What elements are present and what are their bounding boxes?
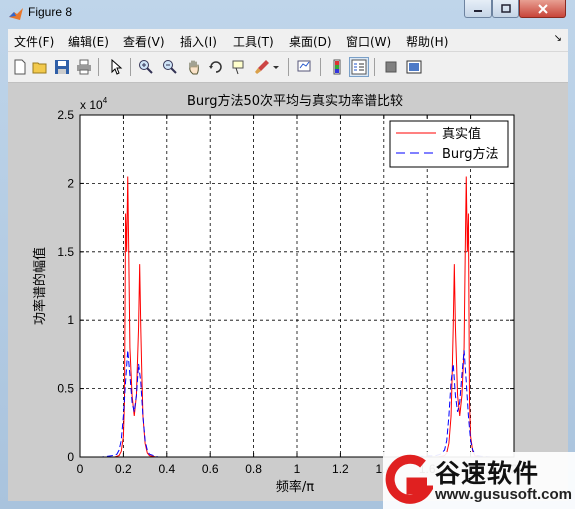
hide-plot-tools-icon (385, 61, 397, 73)
matlab-logo-icon (9, 8, 23, 20)
gususoft-logo-icon (385, 454, 433, 504)
legend-label-real: 真实值 (442, 126, 481, 142)
rotate-3d-icon (209, 61, 222, 73)
link-plot-button[interactable] (295, 57, 315, 77)
menu-edit[interactable]: 编辑(E) (68, 33, 109, 50)
plot-svg: 00.20.40.60.811.21.41.61.8200.511.522.5 … (32, 93, 518, 495)
maximize-icon (500, 3, 511, 13)
pan-hand-icon (189, 60, 199, 75)
edit-plot-arrow-icon (111, 59, 123, 75)
y-exponent-power: 4 (103, 96, 108, 105)
zoom-out-button[interactable] (160, 57, 180, 77)
legend-label-burg: Burg方法 (442, 146, 499, 162)
zoom-out-icon (163, 60, 177, 74)
menu-insert[interactable]: 插入(I) (180, 33, 217, 50)
watermark-brand: 谷速软件 (435, 459, 540, 488)
link-plot-icon (297, 60, 311, 72)
menu-bar: 文件(F) 编辑(E) 查看(V) 插入(I) 工具(T) 桌面(D) 窗口(W… (8, 29, 568, 52)
rotate-3d-button[interactable] (206, 57, 226, 77)
brush-dropdown-icon (273, 66, 279, 69)
open-file-button[interactable] (30, 57, 50, 77)
legend-button[interactable] (349, 57, 369, 77)
minimize-button[interactable] (464, 0, 492, 18)
x-tick-label: 0.8 (245, 462, 262, 476)
menu-desktop[interactable]: 桌面(D) (289, 33, 332, 50)
y-tick-label: 2 (67, 176, 74, 190)
x-tick-label: 0.2 (115, 462, 132, 476)
x-tick-label: 0 (77, 462, 84, 476)
menu-tools[interactable]: 工具(T) (233, 33, 274, 50)
show-plot-tools-button[interactable] (404, 57, 424, 77)
new-figure-button[interactable] (10, 57, 30, 77)
maximize-button[interactable] (492, 0, 519, 18)
y-tick-label: 0 (67, 450, 74, 464)
data-cursor-button[interactable] (229, 57, 249, 77)
save-button[interactable] (52, 57, 72, 77)
watermark-url: www.gususoft.com (435, 486, 572, 503)
dock-arrow-icon[interactable]: ↘ (554, 33, 562, 44)
pan-button[interactable] (184, 57, 204, 77)
hide-plot-tools-button[interactable] (381, 57, 401, 77)
print-icon (77, 59, 91, 75)
brush-dropdown-button[interactable] (271, 57, 281, 77)
chart-title: Burg方法50次平均与真实功率谱比较 (187, 93, 403, 109)
x-tick-label: 1 (294, 462, 301, 476)
edit-plot-button[interactable] (106, 57, 126, 77)
y-tick-label: 2.5 (57, 108, 74, 122)
figure-window: Figure 8 文件(F) 编辑(E) 查看(V) 插入(I) 工具(T) 桌… (0, 0, 575, 509)
menu-help[interactable]: 帮助(H) (406, 33, 448, 50)
x-tick-label: 0.6 (202, 462, 219, 476)
brush-button[interactable] (252, 57, 272, 77)
figure-canvas: 00.20.40.60.811.21.41.61.8200.511.522.5 … (8, 83, 568, 501)
window-title: Figure 8 (28, 5, 73, 19)
new-figure-icon (14, 59, 26, 75)
minimize-icon (474, 9, 482, 12)
y-exponent-base: x 10 (80, 98, 103, 112)
x-tick-label: 1.2 (332, 462, 349, 476)
figure-toolbar (8, 52, 568, 83)
menu-window[interactable]: 窗口(W) (346, 33, 391, 50)
toolbar-separator (98, 58, 99, 76)
toolbar-separator (288, 58, 289, 76)
save-icon (55, 60, 69, 74)
toolbar-separator (374, 58, 375, 76)
print-button[interactable] (74, 57, 94, 77)
y-tick-label: 1.5 (57, 245, 74, 259)
toolbar-separator (320, 58, 321, 76)
x-tick-label: 0.4 (158, 462, 175, 476)
brush-icon (255, 60, 269, 74)
show-plot-tools-icon (406, 60, 422, 74)
data-cursor-icon (232, 60, 244, 75)
close-icon (537, 3, 548, 14)
y-tick-label: 0.5 (57, 382, 74, 396)
title-bar[interactable]: Figure 8 (0, 0, 575, 28)
y-exponent-label: x 104 (80, 96, 108, 112)
y-axis-label: 功率谱的幅值 (32, 247, 48, 325)
toolbar-separator (130, 58, 131, 76)
legend[interactable]: 真实值 Burg方法 (389, 120, 509, 168)
colorbar-button[interactable] (327, 57, 347, 77)
legend-icon (351, 59, 367, 75)
zoom-in-button[interactable] (136, 57, 156, 77)
colorbar-icon (333, 59, 341, 75)
menu-file[interactable]: 文件(F) (14, 33, 54, 50)
watermark: 谷速软件 www.gususoft.com (383, 452, 575, 509)
zoom-in-icon (139, 60, 153, 74)
open-file-icon (32, 62, 47, 74)
x-axis-label: 频率/π (276, 479, 314, 495)
y-tick-label: 1 (67, 313, 74, 327)
menu-view[interactable]: 查看(V) (123, 33, 165, 50)
close-button[interactable] (519, 0, 566, 18)
